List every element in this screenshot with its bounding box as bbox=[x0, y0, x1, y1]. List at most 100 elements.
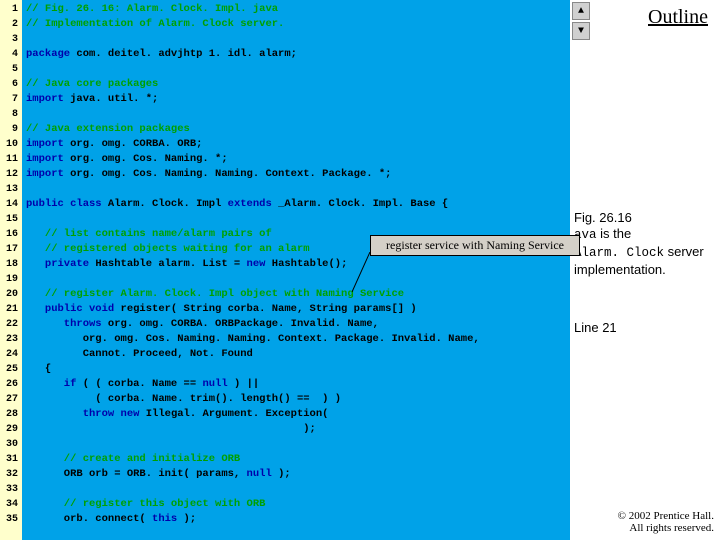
line-number: 11 bbox=[2, 152, 18, 167]
line-number: 16 bbox=[2, 227, 18, 242]
triangle-down-icon: ▼ bbox=[578, 26, 584, 37]
copyright-line: All rights reserved. bbox=[618, 522, 714, 534]
code-comment: // Fig. 26. 16: Alarm. Clock. Impl. java bbox=[26, 3, 278, 15]
copyright-line: © 2002 Prentice Hall. bbox=[618, 510, 714, 522]
code-comment: // list contains name/alarm pairs of bbox=[26, 228, 272, 240]
line-number: 17 bbox=[2, 242, 18, 257]
code-comment: // register Alarm. Clock. Impl object wi… bbox=[26, 288, 404, 300]
code-text: ( ( corba. Name == bbox=[83, 378, 203, 390]
code-text: register( String corba. Name, String par… bbox=[121, 303, 417, 315]
line-number: 29 bbox=[2, 422, 18, 437]
code-comment: // register this object with ORB bbox=[26, 498, 265, 510]
line-number: 6 bbox=[2, 77, 18, 92]
code-keyword: if bbox=[26, 378, 83, 390]
code-text: ) ) bbox=[316, 393, 341, 405]
code-text: { bbox=[26, 363, 51, 375]
code-keyword: package bbox=[26, 48, 70, 60]
code-keyword: new bbox=[247, 258, 272, 270]
caption-text: is the bbox=[597, 226, 632, 241]
code-text: org. omg. Cos. Naming. Naming. Context. … bbox=[64, 168, 392, 180]
line-number: 12 bbox=[2, 167, 18, 182]
code-text: org. omg. CORBA. ORB; bbox=[64, 138, 203, 150]
line-number: 3 bbox=[2, 32, 18, 47]
right-panel: ▲ ▼ Outline Fig. 26.16 ava is the Alarm.… bbox=[570, 0, 720, 540]
code-comment: // Java extension packages bbox=[26, 123, 190, 135]
line-number: 18 bbox=[2, 257, 18, 272]
code-text: Hashtable alarm. List = bbox=[95, 258, 246, 270]
line-number: 31 bbox=[2, 452, 18, 467]
code-text: _Alarm. Clock. Impl. Base { bbox=[278, 198, 448, 210]
code-text: ); bbox=[184, 513, 197, 525]
line-number: 15 bbox=[2, 212, 18, 227]
line-number: 14 bbox=[2, 197, 18, 212]
nav-arrows: ▲ ▼ bbox=[572, 2, 590, 42]
code-text: ); bbox=[26, 423, 316, 435]
code-keyword: extends bbox=[228, 198, 278, 210]
code-keyword: import bbox=[26, 93, 64, 105]
line-number: 9 bbox=[2, 122, 18, 137]
line-number: 26 bbox=[2, 377, 18, 392]
code-text: ( corba. Name. trim(). length() == bbox=[26, 393, 316, 405]
code-keyword: null bbox=[202, 378, 234, 390]
line-number: 7 bbox=[2, 92, 18, 107]
nav-up-button[interactable]: ▲ bbox=[572, 2, 590, 20]
line-number: 13 bbox=[2, 182, 18, 197]
code-text: ); bbox=[278, 468, 291, 480]
code-text: Alarm. Clock. Impl bbox=[108, 198, 228, 210]
line-number: 28 bbox=[2, 407, 18, 422]
line-number: 10 bbox=[2, 137, 18, 152]
code-text: org. omg. Cos. Naming. *; bbox=[64, 153, 228, 165]
code-text: org. omg. Cos. Naming. Naming. Context. … bbox=[26, 333, 480, 345]
code-keyword: throw new bbox=[26, 408, 146, 420]
code-keyword: import bbox=[26, 138, 64, 150]
line-number: 24 bbox=[2, 347, 18, 362]
nav-down-button[interactable]: ▼ bbox=[572, 22, 590, 40]
line-number: 8 bbox=[2, 107, 18, 122]
code-text: Illegal. Argument. Exception( bbox=[146, 408, 329, 420]
line-number: 2 bbox=[2, 17, 18, 32]
copyright-notice: © 2002 Prentice Hall. All rights reserve… bbox=[618, 510, 714, 534]
line-number: 33 bbox=[2, 482, 18, 497]
line-number: 1 bbox=[2, 2, 18, 17]
code-comment: // Implementation of Alarm. Clock server… bbox=[26, 18, 284, 30]
code-keyword: import bbox=[26, 168, 64, 180]
code-text: ORB orb = ORB. init( params, bbox=[26, 468, 247, 480]
code-content: // Fig. 26. 16: Alarm. Clock. Impl. java… bbox=[22, 0, 484, 540]
code-keyword: throws bbox=[26, 318, 108, 330]
code-text: com. deitel. advjhtp 1. idl. alarm; bbox=[70, 48, 297, 60]
code-text: orb. connect( bbox=[26, 513, 152, 525]
line-reference: Line 21 bbox=[574, 320, 617, 335]
code-comment: // registered objects waiting for an ala… bbox=[26, 243, 310, 255]
code-panel: 1 2 3 4 5 6 7 8 9 10 11 12 13 14 15 16 1… bbox=[0, 0, 570, 540]
code-text: Hashtable(); bbox=[272, 258, 348, 270]
code-keyword: import bbox=[26, 153, 64, 165]
code-comment: // Java core packages bbox=[26, 78, 158, 90]
code-keyword: private bbox=[26, 258, 95, 270]
line-number: 20 bbox=[2, 287, 18, 302]
callout-annotation: register service with Naming Service bbox=[370, 235, 580, 256]
figure-number: Fig. 26.16 bbox=[574, 210, 718, 226]
code-text: ) || bbox=[234, 378, 259, 390]
line-number-gutter: 1 2 3 4 5 6 7 8 9 10 11 12 13 14 15 16 1… bbox=[0, 0, 22, 540]
code-keyword: public class bbox=[26, 198, 108, 210]
line-number: 19 bbox=[2, 272, 18, 287]
figure-caption: Fig. 26.16 ava is the Alarm. Clock serve… bbox=[574, 210, 718, 278]
line-number: 32 bbox=[2, 467, 18, 482]
line-number: 30 bbox=[2, 437, 18, 452]
code-keyword: public void bbox=[26, 303, 121, 315]
code-text: java. util. *; bbox=[64, 93, 159, 105]
code-comment: // create and initialize ORB bbox=[26, 453, 240, 465]
line-number: 4 bbox=[2, 47, 18, 62]
caption-code: Alarm. Clock bbox=[574, 246, 664, 260]
code-keyword: this bbox=[152, 513, 184, 525]
line-number: 34 bbox=[2, 497, 18, 512]
code-text: org. omg. CORBA. ORBPackage. Invalid. Na… bbox=[108, 318, 379, 330]
line-number: 35 bbox=[2, 512, 18, 527]
line-number: 22 bbox=[2, 317, 18, 332]
triangle-up-icon: ▲ bbox=[578, 6, 584, 17]
code-text: Cannot. Proceed, Not. Found bbox=[26, 348, 253, 360]
line-number: 23 bbox=[2, 332, 18, 347]
line-number: 21 bbox=[2, 302, 18, 317]
code-keyword: null bbox=[247, 468, 279, 480]
line-number: 25 bbox=[2, 362, 18, 377]
